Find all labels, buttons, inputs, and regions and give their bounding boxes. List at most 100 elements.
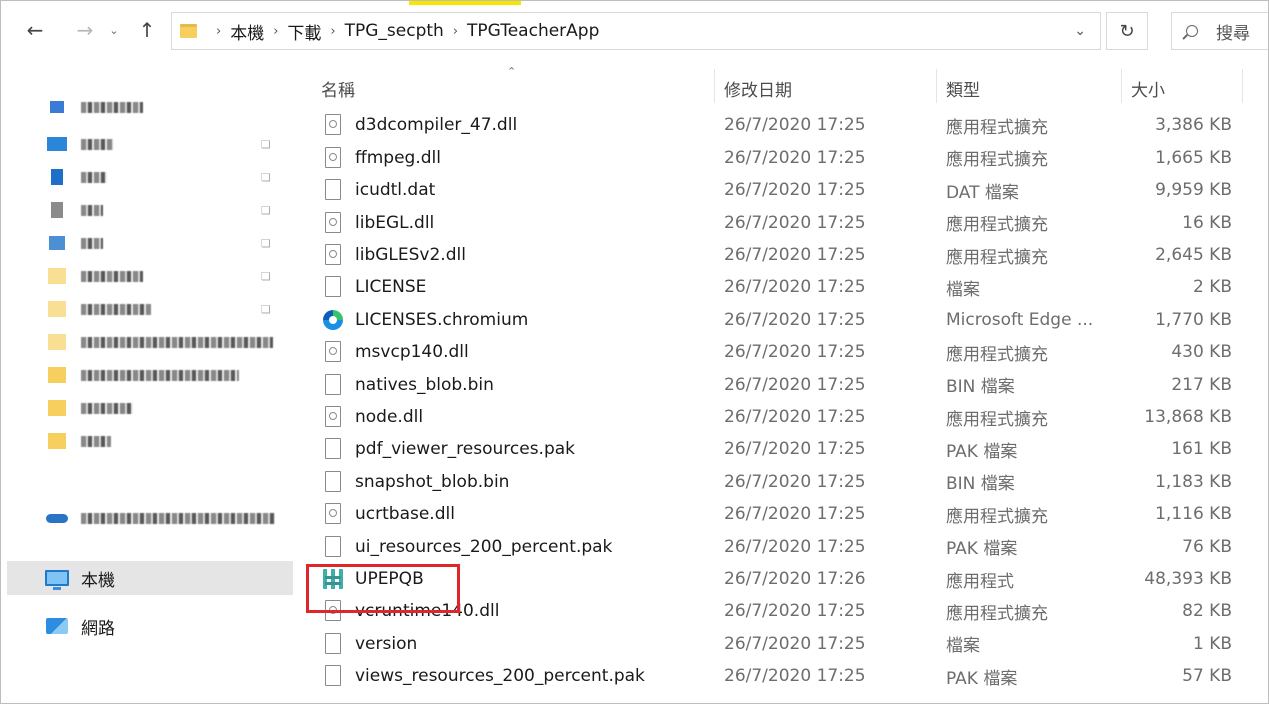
file-row[interactable]: d3dcompiler_47.dll 26/7/2020 17:25 應用程式擴充 3… — [299, 109, 1268, 141]
file-date: 26/7/2020 17:25 — [724, 115, 866, 136]
file-type: 檔案 — [946, 636, 980, 657]
column-divider[interactable] — [936, 69, 937, 103]
folder-icon — [45, 334, 69, 351]
file-icon — [325, 470, 341, 492]
chevron-right-icon: › — [216, 23, 222, 39]
file-row[interactable]: node.dll 26/7/2020 17:25 應用程式擴充 13,868 KB — [299, 401, 1268, 433]
column-header-size[interactable]: 大小 — [1131, 73, 1165, 103]
file-size: 76 KB — [1182, 536, 1232, 557]
sidebar-item-pinned[interactable]: ❏ — [1, 161, 293, 193]
sidebar-item-pinned[interactable]: ❏ — [1, 227, 293, 259]
cloud-icon — [45, 510, 69, 527]
sidebar-item-folder[interactable] — [1, 392, 293, 424]
address-bar[interactable]: › 本機 › 下載 › TPG_secpth › TPGTeacherApp ⌄ — [171, 12, 1101, 50]
file-row[interactable]: version 26/7/2020 17:25 檔案 1 KB — [299, 628, 1268, 660]
file-size: 13,868 KB — [1144, 407, 1232, 427]
dll-file-icon — [325, 146, 341, 168]
blurred-label — [81, 402, 133, 414]
file-name: version — [355, 633, 418, 654]
file-name: msvcp140.dll — [355, 342, 469, 363]
file-row[interactable]: ffmpeg.dll 26/7/2020 17:25 應用程式擴充 1,665 KB — [299, 142, 1268, 174]
document-icon — [45, 202, 69, 219]
blurred-label — [81, 512, 275, 524]
file-row[interactable]: ui_resources_200_percent.pak 26/7/2020 17… — [299, 531, 1268, 563]
arrow-up-icon[interactable]: ↑ — [133, 15, 161, 45]
file-type: 應用程式擴充 — [946, 150, 1048, 171]
pin-icon: ❏ — [261, 170, 271, 184]
file-row[interactable]: LICENSES.chromium 26/7/2020 17:25 Microsof… — [299, 304, 1268, 336]
file-type: 應用程式 — [946, 571, 1014, 592]
file-name: ucrtbase.dll — [355, 504, 455, 525]
column-header-type[interactable]: 類型 — [946, 73, 980, 103]
file-icon — [325, 438, 341, 460]
file-date: 26/7/2020 17:25 — [724, 439, 866, 460]
file-row[interactable]: icudtl.dat 26/7/2020 17:25 DAT 檔案 9,959 KB — [299, 174, 1268, 206]
file-date: 26/7/2020 17:25 — [724, 342, 866, 363]
file-type: Microsoft Edge ... — [946, 309, 1094, 330]
search-input[interactable]: 搜尋 — [1171, 12, 1268, 50]
chevron-right-icon[interactable]: › — [453, 24, 458, 39]
search-icon — [1186, 25, 1198, 37]
pin-icon: ❏ — [261, 203, 271, 217]
refresh-button[interactable]: ↻ — [1106, 12, 1148, 50]
chevron-down-icon[interactable]: ⌄ — [105, 15, 123, 45]
blurred-label — [81, 435, 111, 447]
chevron-down-icon[interactable]: ⌄ — [1074, 23, 1086, 39]
blurred-label — [81, 171, 107, 183]
file-row[interactable]: libEGL.dll 26/7/2020 17:25 應用程式擴充 16 KB — [299, 207, 1268, 239]
sidebar-item-this-pc[interactable]: 本機 — [7, 561, 293, 595]
chevron-right-icon[interactable]: › — [330, 24, 335, 39]
file-row[interactable]: msvcp140.dll 26/7/2020 17:25 應用程式擴充 430 KB — [299, 336, 1268, 368]
file-row[interactable]: pdf_viewer_resources.pak 26/7/2020 17:25 P… — [299, 433, 1268, 465]
sidebar-item-folder[interactable]: ❏ — [1, 293, 293, 325]
sidebar-item-onedrive[interactable] — [1, 502, 293, 534]
breadcrumb-this-pc[interactable]: 本機 — [230, 19, 264, 44]
file-type: 應用程式擴充 — [946, 247, 1048, 268]
file-type: DAT 檔案 — [946, 182, 1019, 203]
breadcrumb-downloads[interactable]: 下載 — [287, 19, 321, 44]
folder-icon — [45, 367, 69, 384]
column-header-row: ⌃ 名稱 修改日期 類型 大小 — [299, 61, 1268, 105]
file-size: 1,665 KB — [1155, 147, 1232, 168]
sidebar-item-folder[interactable]: ❏ — [1, 260, 293, 292]
sidebar-item-pinned[interactable]: ❏ — [1, 128, 293, 160]
file-size: 9,959 KB — [1155, 180, 1232, 201]
file-name: libEGL.dll — [355, 212, 435, 233]
breadcrumb-tpgteacherapp[interactable]: TPGTeacherApp — [467, 21, 599, 41]
sidebar-item-network[interactable]: 網路 — [1, 610, 293, 642]
arrow-left-icon[interactable]: ← — [21, 15, 49, 45]
file-row[interactable]: views_resources_200_percent.pak 26/7/2020… — [299, 660, 1268, 692]
computer-icon — [45, 570, 69, 590]
file-row[interactable]: ucrtbase.dll 26/7/2020 17:25 應用程式擴充 1,116 K… — [299, 498, 1268, 530]
blurred-label — [81, 237, 103, 249]
breadcrumb-tpg-secpth[interactable]: TPG_secpth — [345, 21, 444, 41]
download-icon — [45, 169, 69, 186]
column-header-date[interactable]: 修改日期 — [724, 73, 792, 103]
file-date: 26/7/2020 17:25 — [724, 407, 866, 427]
column-divider[interactable] — [1242, 69, 1243, 103]
file-row[interactable]: natives_blob.bin 26/7/2020 17:25 BIN 檔案 217… — [299, 369, 1268, 401]
file-size: 1 KB — [1192, 633, 1232, 654]
file-row[interactable]: snapshot_blob.bin 26/7/2020 17:25 BIN 檔案 1,… — [299, 466, 1268, 498]
file-icon — [325, 276, 341, 298]
file-icon — [325, 179, 341, 201]
arrow-right-icon[interactable]: → — [71, 15, 99, 45]
sidebar-item-folder[interactable] — [1, 326, 293, 358]
chevron-right-icon[interactable]: › — [273, 24, 278, 39]
blurred-label — [81, 270, 143, 282]
file-row[interactable]: libGLESv2.dll 26/7/2020 17:25 應用程式擴充 2,645 … — [299, 239, 1268, 271]
column-header-name[interactable]: 名稱 — [321, 73, 355, 103]
file-name: ui_resources_200_percent.pak — [355, 536, 613, 557]
file-row[interactable]: LICENSE 26/7/2020 17:25 檔案 2 KB — [299, 271, 1268, 303]
sidebar-item-quick-access[interactable] — [1, 91, 293, 123]
file-size: 57 KB — [1182, 666, 1232, 687]
column-divider[interactable] — [1121, 69, 1122, 103]
file-type: 應用程式擴充 — [946, 215, 1048, 236]
pin-icon: ❏ — [261, 236, 271, 250]
sidebar-item-folder[interactable] — [1, 425, 293, 457]
sidebar-item-pinned[interactable]: ❏ — [1, 194, 293, 226]
file-date: 26/7/2020 17:25 — [724, 504, 866, 525]
sidebar-item-folder[interactable] — [1, 359, 293, 391]
column-divider[interactable] — [714, 69, 715, 103]
file-name: snapshot_blob.bin — [355, 471, 510, 492]
